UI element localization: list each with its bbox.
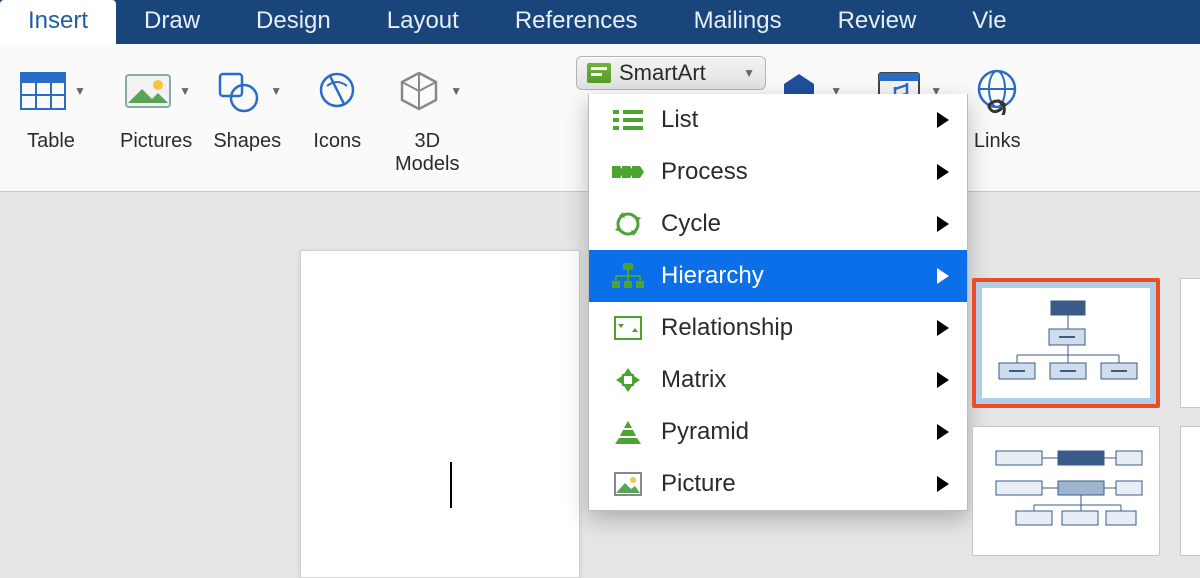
- menu-item-label: Cycle: [661, 210, 721, 238]
- submenu-arrow-icon: [937, 112, 949, 128]
- ribbon-label: Pictures: [120, 130, 192, 153]
- picture-icon: [611, 469, 645, 499]
- smartart-menu-picture[interactable]: Picture: [589, 458, 967, 510]
- menu-item-label: Picture: [661, 470, 736, 498]
- list-icon: [611, 105, 645, 135]
- pictures-icon: [121, 64, 175, 118]
- smartart-menu-hierarchy[interactable]: Hierarchy: [589, 250, 967, 302]
- ribbon-label: Table: [27, 130, 75, 153]
- smartart-menu-list[interactable]: List: [589, 94, 967, 146]
- text-cursor: [450, 462, 452, 508]
- gallery-item-partial[interactable]: [1180, 426, 1200, 556]
- chevron-down-icon: ▼: [450, 84, 462, 98]
- menu-item-label: Matrix: [661, 366, 726, 394]
- submenu-arrow-icon: [937, 476, 949, 492]
- ribbon-label: Icons: [313, 130, 361, 153]
- menu-item-label: Relationship: [661, 314, 793, 342]
- tab-references[interactable]: References: [487, 0, 666, 44]
- matrix-icon: [611, 365, 645, 395]
- submenu-arrow-icon: [937, 372, 949, 388]
- ribbon-pictures[interactable]: ▼ Pictures: [110, 52, 202, 157]
- smartart-menu-process[interactable]: Process: [589, 146, 967, 198]
- smartart-button[interactable]: SmartArt ▼: [576, 56, 766, 90]
- smartart-menu-cycle[interactable]: Cycle: [589, 198, 967, 250]
- chevron-down-icon: ▼: [179, 84, 191, 98]
- pyramid-icon: [611, 417, 645, 447]
- smartart-menu-relationship[interactable]: Relationship: [589, 302, 967, 354]
- table-icon: [16, 64, 70, 118]
- chevron-down-icon: ▼: [743, 66, 755, 80]
- smartart-icon: [587, 63, 611, 83]
- document-page[interactable]: [300, 250, 580, 578]
- ribbon-3dmodels[interactable]: ▼ 3D Models: [382, 52, 472, 180]
- submenu-arrow-icon: [937, 268, 949, 284]
- ribbon-icons[interactable]: Icons: [292, 52, 382, 157]
- tab-draw[interactable]: Draw: [116, 0, 228, 44]
- tab-design[interactable]: Design: [228, 0, 359, 44]
- submenu-arrow-icon: [937, 216, 949, 232]
- ribbon-label: 3D Models: [395, 130, 459, 176]
- cycle-icon: [611, 209, 645, 239]
- tab-insert[interactable]: Insert: [0, 0, 116, 44]
- icons-icon: [310, 64, 364, 118]
- smartart-label: SmartArt: [619, 60, 706, 86]
- links-icon: [970, 64, 1024, 118]
- tab-layout[interactable]: Layout: [359, 0, 487, 44]
- submenu-arrow-icon: [937, 320, 949, 336]
- menu-item-label: Hierarchy: [661, 262, 764, 290]
- ribbon-shapes[interactable]: ▼ Shapes: [202, 52, 292, 157]
- ribbon-label: Links: [974, 130, 1021, 153]
- submenu-arrow-icon: [937, 164, 949, 180]
- smartart-menu-pyramid[interactable]: Pyramid: [589, 406, 967, 458]
- submenu-arrow-icon: [937, 424, 949, 440]
- gallery-item-horizontal-hierarchy[interactable]: [972, 426, 1160, 556]
- ribbon-label: Shapes: [213, 130, 281, 153]
- menu-item-label: Process: [661, 158, 748, 186]
- hierarchy-gallery: [972, 278, 1200, 574]
- smartart-menu: List Process Cycle Hierarchy Relationshi…: [588, 94, 968, 511]
- smartart-menu-matrix[interactable]: Matrix: [589, 354, 967, 406]
- tab-view[interactable]: Vie: [944, 0, 1034, 44]
- shapes-icon: [212, 64, 266, 118]
- chevron-down-icon: ▼: [74, 84, 86, 98]
- menu-item-label: Pyramid: [661, 418, 749, 446]
- tab-mailings[interactable]: Mailings: [666, 0, 810, 44]
- process-icon: [611, 157, 645, 187]
- 3dmodels-icon: [392, 64, 446, 118]
- chevron-down-icon: ▼: [270, 84, 282, 98]
- hierarchy-icon: [611, 261, 645, 291]
- ribbon-tabs: Insert Draw Design Layout References Mai…: [0, 0, 1200, 44]
- menu-item-label: List: [661, 106, 698, 134]
- gallery-item-org-chart[interactable]: [972, 278, 1160, 408]
- gallery-item-partial[interactable]: [1180, 278, 1200, 408]
- tab-review[interactable]: Review: [810, 0, 945, 44]
- relationship-icon: [611, 313, 645, 343]
- ribbon-table[interactable]: ▼ Table: [6, 52, 96, 157]
